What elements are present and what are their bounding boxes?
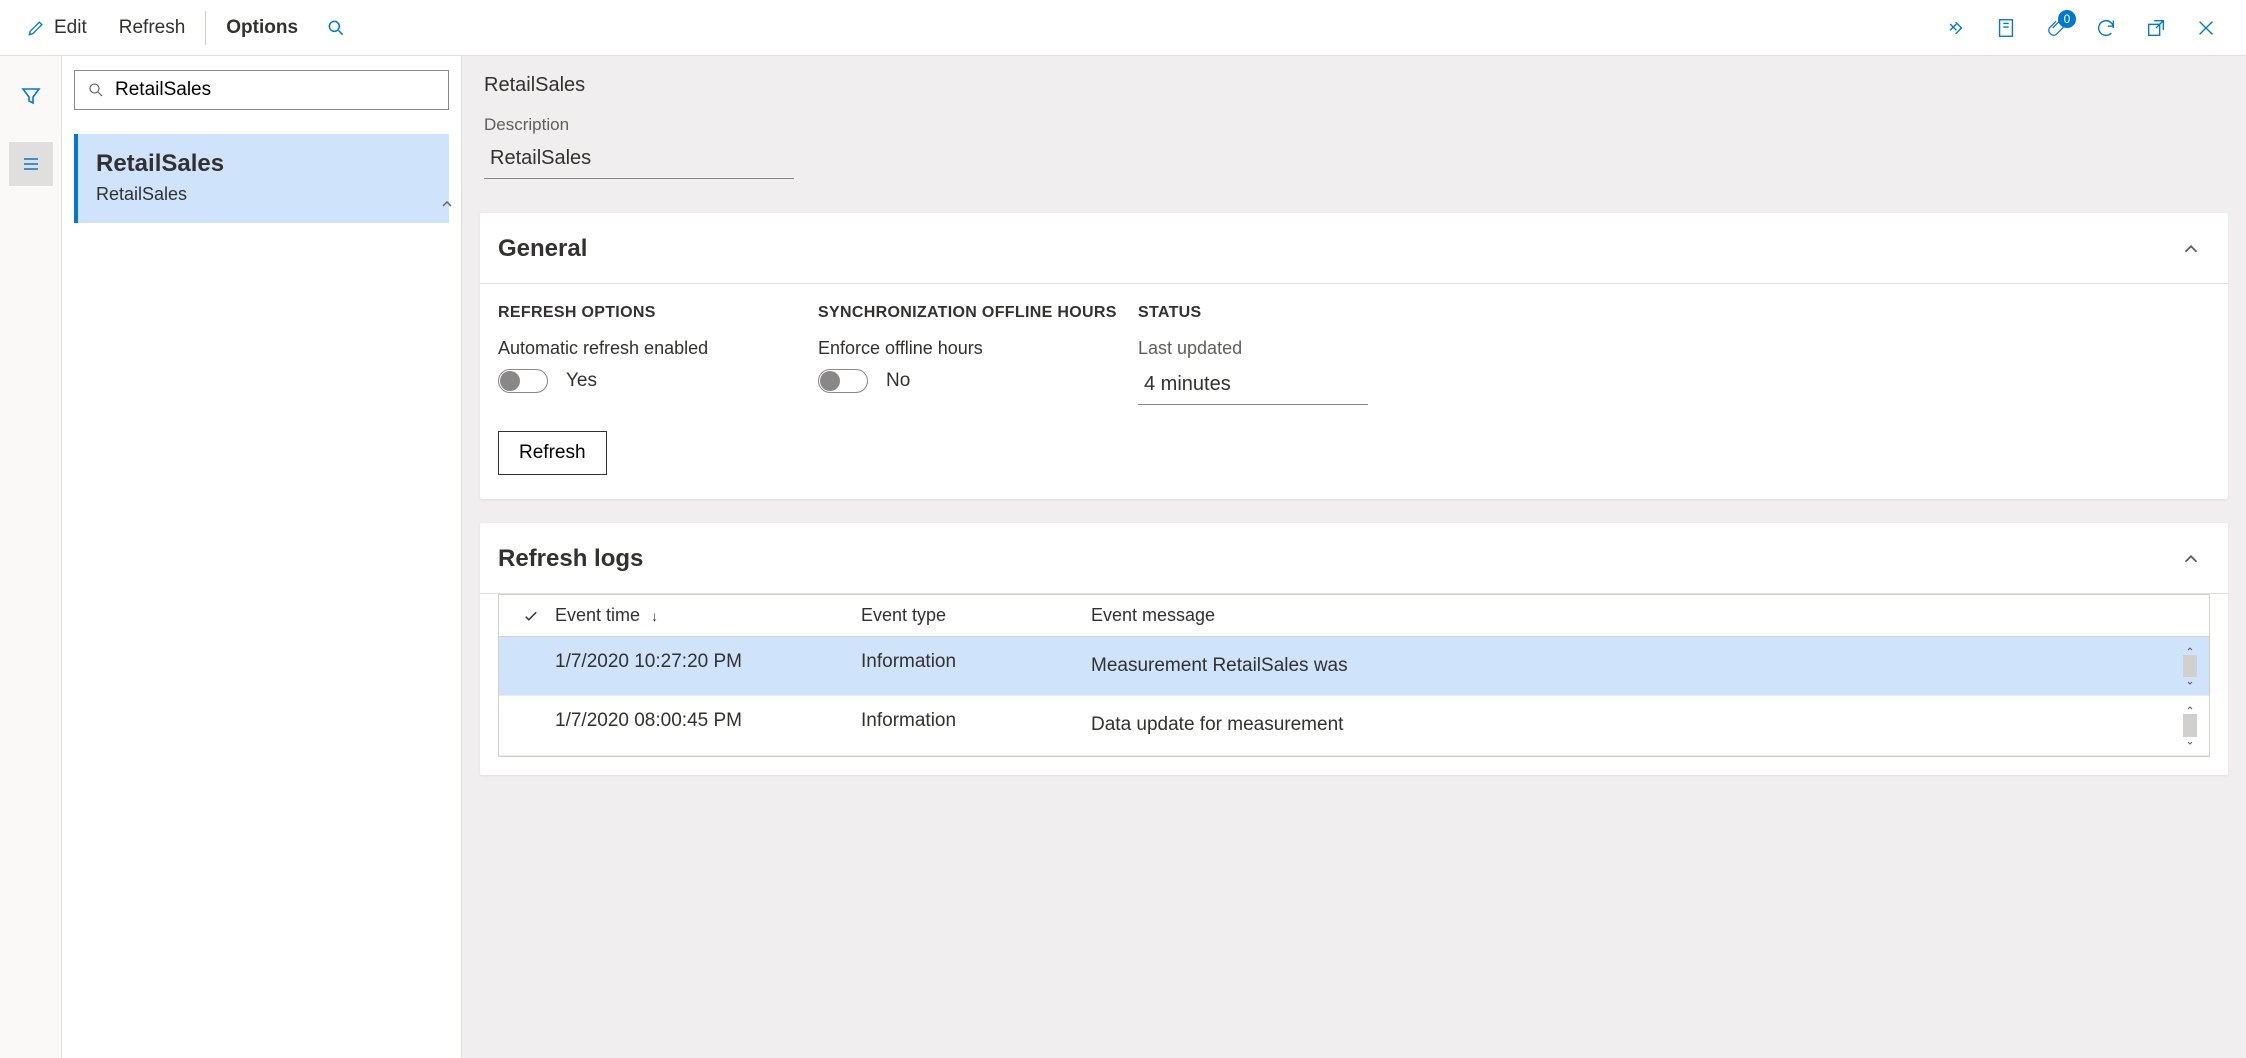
details-title: RetailSales [484, 74, 2228, 97]
refresh-logs-card: Refresh logs Event time ↓ [480, 523, 2228, 775]
refresh-button[interactable]: Refresh [498, 431, 607, 475]
log-row[interactable]: 1/7/2020 10:27:20 PM Information Measure… [499, 637, 2209, 696]
linked-items-icon[interactable] [1942, 14, 1970, 42]
scroll-up-caret[interactable] [439, 196, 455, 212]
log-row[interactable]: 1/7/2020 08:00:45 PM Information Data up… [499, 696, 2209, 755]
log-type: Information [861, 710, 1091, 740]
toolbar-separator [205, 11, 206, 45]
auto-refresh-toggle[interactable] [498, 369, 548, 393]
edit-button[interactable]: Edit [10, 9, 103, 47]
details-panel: RetailSales Description RetailSales Gene… [462, 56, 2246, 1058]
enforce-offline-value: No [886, 370, 910, 392]
entity-list: RetailSales RetailSales [74, 134, 449, 223]
logs-table-head: Event time ↓ Event type Event message [499, 595, 2209, 637]
general-card-header[interactable]: General [480, 213, 2228, 284]
filter-rail-button[interactable] [9, 74, 53, 118]
refresh-command-button[interactable]: Refresh [103, 9, 202, 47]
list-rail-button[interactable] [9, 142, 53, 186]
auto-refresh-value: Yes [566, 370, 597, 392]
command-bar: Edit Refresh Options 0 [0, 0, 2246, 56]
refresh-logs-heading: Refresh logs [498, 545, 643, 573]
sync-offline-heading: SYNCHRONIZATION OFFLINE HOURS [818, 304, 1138, 322]
auto-refresh-label: Automatic refresh enabled [498, 338, 818, 359]
log-type: Information [861, 651, 1091, 681]
col-event-type[interactable]: Event type [861, 605, 1091, 626]
pencil-icon [26, 18, 46, 38]
attachments-icon[interactable]: 0 [2042, 14, 2070, 42]
general-card: General REFRESH OPTIONS Automatic refres… [480, 213, 2228, 499]
status-heading: STATUS [1138, 304, 1438, 322]
select-all-check[interactable] [511, 607, 551, 625]
navigation-rail [0, 56, 62, 1058]
office-icon[interactable] [1992, 14, 2020, 42]
col-event-time[interactable]: Event time ↓ [551, 605, 861, 626]
list-item-subtitle: RetailSales [96, 184, 431, 205]
search-command-button[interactable] [314, 10, 358, 46]
list-search-box[interactable] [74, 70, 449, 110]
general-heading: General [498, 235, 587, 263]
close-icon[interactable] [2192, 14, 2220, 42]
funnel-icon [19, 84, 43, 108]
chevron-up-icon [2180, 238, 2202, 260]
enforce-offline-label: Enforce offline hours [818, 338, 1138, 359]
options-label: Options [226, 17, 298, 39]
chevron-up-icon [2180, 548, 2202, 570]
col-event-message[interactable]: Event message [1091, 605, 2197, 626]
edit-label: Edit [54, 17, 87, 39]
refresh-logs-header[interactable]: Refresh logs [480, 523, 2228, 594]
row-scroll[interactable] [2181, 645, 2199, 687]
reload-icon[interactable] [2092, 14, 2120, 42]
search-icon [87, 81, 105, 99]
list-item[interactable]: RetailSales RetailSales [74, 134, 449, 223]
checkmark-icon [522, 607, 540, 625]
popout-icon[interactable] [2142, 14, 2170, 42]
list-search-input[interactable] [115, 79, 436, 101]
log-message: Data update for measurement [1091, 710, 2197, 740]
logs-table: Event time ↓ Event type Event message 1/… [498, 594, 2210, 757]
options-button[interactable]: Options [210, 9, 314, 47]
row-scroll[interactable] [2181, 704, 2199, 746]
refresh-options-heading: REFRESH OPTIONS [498, 304, 818, 322]
sort-desc-icon: ↓ [651, 608, 658, 624]
list-item-title: RetailSales [96, 150, 431, 178]
enforce-offline-toggle[interactable] [818, 369, 868, 393]
log-message: Measurement RetailSales was [1091, 651, 2197, 681]
list-icon [19, 152, 43, 176]
attachments-badge: 0 [2058, 10, 2076, 28]
list-panel: RetailSales RetailSales [62, 56, 462, 1058]
description-label: Description [484, 115, 2228, 135]
log-time: 1/7/2020 10:27:20 PM [551, 651, 861, 681]
refresh-command-label: Refresh [119, 17, 186, 39]
log-time: 1/7/2020 08:00:45 PM [551, 710, 861, 740]
last-updated-label: Last updated [1138, 338, 1438, 359]
last-updated-value[interactable]: 4 minutes [1138, 369, 1368, 405]
search-icon [326, 18, 346, 38]
description-field[interactable]: RetailSales [484, 141, 794, 179]
toolbar-right: 0 [1942, 14, 2236, 42]
